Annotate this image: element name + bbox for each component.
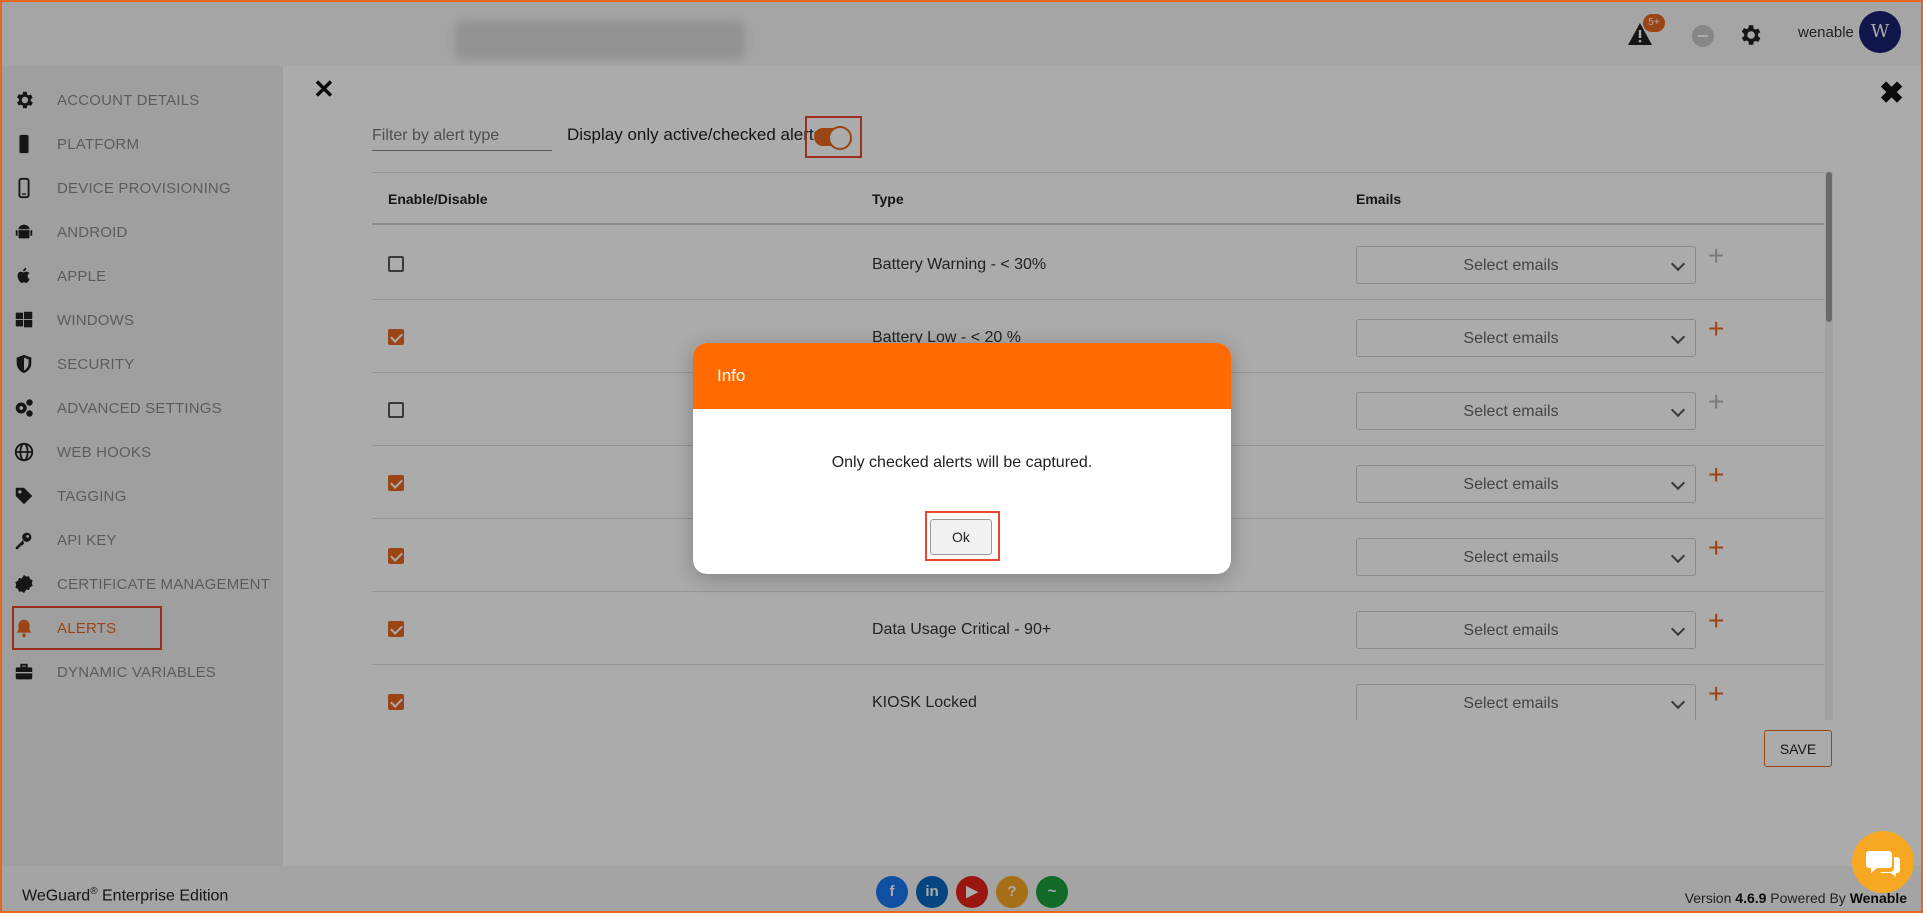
chat-icon [1866,851,1900,877]
chat-button[interactable] [1852,831,1914,893]
modal-title: Info [717,366,746,385]
modal-message: Only checked alerts will be captured. [831,454,1093,471]
modal-header: Info [693,343,1231,409]
ok-highlight-box [925,511,1000,561]
